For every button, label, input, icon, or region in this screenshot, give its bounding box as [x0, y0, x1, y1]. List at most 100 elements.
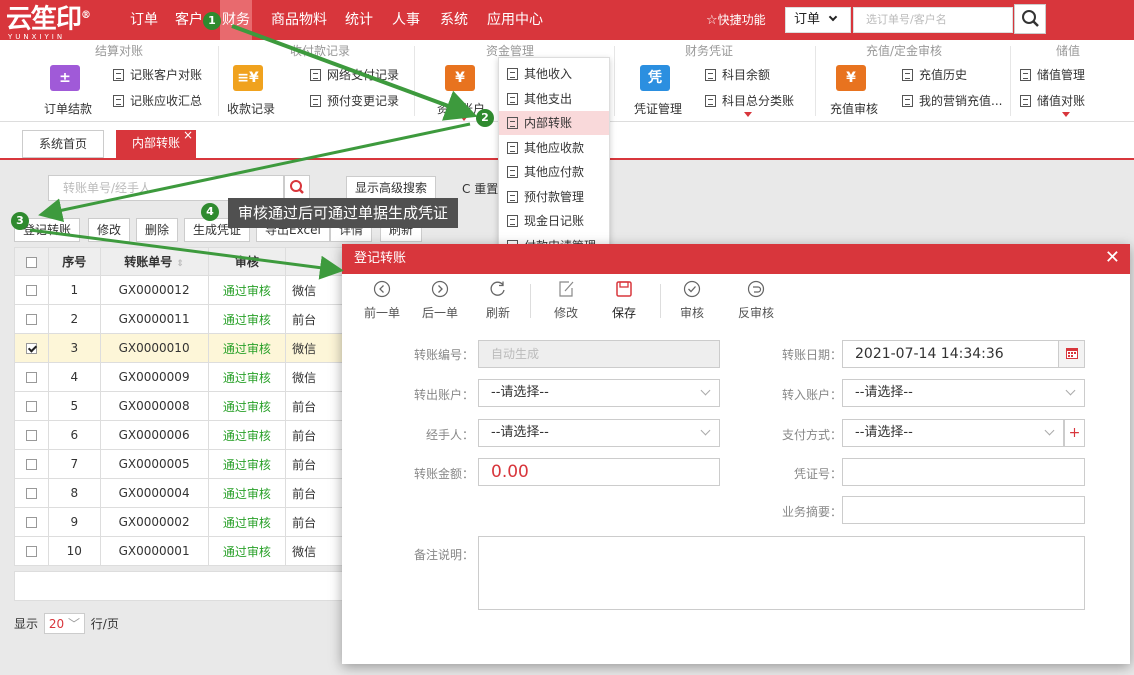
cell-transfer-no: GX0000012	[99, 275, 209, 305]
row-checkbox-cell[interactable]	[14, 391, 49, 421]
table-row[interactable]: 10 GX0000001 通过审核 微信	[14, 536, 344, 566]
transfer-date-field[interactable]: 2021-07-14 14:34:36	[842, 340, 1085, 368]
refresh-button[interactable]: 刷新	[474, 280, 522, 321]
summary-field[interactable]	[842, 496, 1085, 524]
nav-stats[interactable]: 统计	[345, 0, 373, 40]
dropdown-item[interactable]: 预付款管理	[499, 185, 609, 209]
amount-field[interactable]: 0.00	[478, 458, 720, 486]
row-checkbox-cell[interactable]	[14, 507, 49, 537]
advanced-search-button[interactable]: 显示高级搜索	[346, 176, 437, 200]
logo[interactable]: 云笙印® YUNXIYIN	[6, 3, 91, 41]
delete-button[interactable]: 删除	[136, 218, 179, 242]
in-account-select[interactable]: --请选择--	[842, 379, 1085, 407]
general-ledger[interactable]: 科目总分类账	[705, 92, 794, 110]
header-review[interactable]: 审核	[207, 247, 287, 276]
header-transfer-no[interactable]: 转账单号 ⇕	[99, 247, 209, 276]
table-row[interactable]: 8 GX0000004 通过审核 前台	[14, 478, 344, 508]
account-customer-reconcile[interactable]: 记账客户对账	[113, 66, 202, 84]
table-row[interactable]: 5 GX0000008 通过审核 前台	[14, 391, 344, 421]
nav-system[interactable]: 系统	[440, 0, 468, 40]
recharge-review-button[interactable]: 充值审核	[830, 100, 878, 117]
calendar-button[interactable]	[1058, 341, 1084, 367]
table-row[interactable]: 1 GX0000012 通过审核 微信	[14, 275, 344, 305]
checkbox[interactable]	[25, 401, 37, 412]
select-all-checkbox[interactable]	[14, 247, 49, 276]
nav-customers[interactable]: 客户	[175, 0, 203, 40]
receipt-records-button[interactable]: 收款记录	[227, 100, 275, 117]
table-row[interactable]: 9 GX0000002 通过审核 前台	[14, 507, 344, 537]
page-size-select[interactable]: 20 ﹀	[43, 613, 85, 634]
search-icon	[290, 180, 304, 194]
nav-orders[interactable]: 订单	[130, 0, 158, 40]
dropdown-item[interactable]: 其他收入	[499, 62, 609, 86]
nav-finance[interactable]: 财务	[220, 0, 252, 40]
checkbox[interactable]	[25, 256, 37, 268]
unreview-button[interactable]: 反审核	[732, 280, 780, 321]
account-receivable-summary[interactable]: 记账应收汇总	[113, 92, 202, 110]
row-checkbox-cell[interactable]	[14, 275, 49, 305]
save-button[interactable]: 保存	[600, 280, 648, 321]
header-channel[interactable]	[285, 247, 344, 276]
handler-select[interactable]: --请选择--	[478, 419, 720, 447]
row-checkbox-cell[interactable]	[14, 333, 49, 363]
order-type-select[interactable]: 订单	[785, 7, 851, 33]
prev-button[interactable]: 前一单	[358, 280, 406, 321]
account-balance[interactable]: 科目余额	[705, 66, 770, 84]
dropdown-item[interactable]: 内部转账	[499, 111, 609, 135]
review-button[interactable]: 审核	[668, 280, 716, 321]
table-row[interactable]: 7 GX0000005 通过审核 前台	[14, 449, 344, 479]
quick-functions[interactable]: ☆快捷功能	[706, 0, 766, 40]
dropdown-item[interactable]: 其他应收款	[499, 136, 609, 160]
dropdown-item[interactable]: 其他支出	[499, 87, 609, 111]
remark-textarea[interactable]	[478, 536, 1085, 610]
checkbox[interactable]	[25, 430, 37, 441]
prepay-change-records[interactable]: 预付变更记录	[310, 92, 399, 110]
reset-button[interactable]: C 重置	[462, 180, 498, 197]
recharge-history[interactable]: 充值历史	[902, 66, 967, 84]
checkbox[interactable]	[25, 459, 37, 470]
checkbox[interactable]	[25, 546, 37, 557]
row-checkbox-cell[interactable]	[14, 449, 49, 479]
voucher-manage-button[interactable]: 凭证管理	[634, 100, 682, 117]
checkbox[interactable]	[25, 314, 37, 325]
stored-value-manage[interactable]: 储值管理	[1020, 66, 1085, 84]
table-row[interactable]: 2 GX0000011 通过审核 前台	[14, 304, 344, 334]
out-account-select[interactable]: --请选择--	[478, 379, 720, 407]
voucher-no-field[interactable]	[842, 458, 1085, 486]
tab-home[interactable]: 系统首页	[22, 130, 105, 158]
cell-seq: 5	[47, 391, 101, 421]
tab-internal-transfer[interactable]: 内部转账 ×	[116, 128, 197, 158]
my-marketing-recharge[interactable]: 我的营销充值...	[902, 92, 1002, 110]
add-pay-method-button[interactable]: +	[1064, 419, 1085, 447]
order-search-input[interactable]: 选订单号/客户名	[853, 7, 1013, 33]
close-icon[interactable]: ×	[183, 122, 193, 148]
checkbox[interactable]	[25, 517, 37, 528]
nav-hr[interactable]: 人事	[392, 0, 420, 40]
checkbox[interactable]	[25, 343, 37, 354]
dropdown-item[interactable]: 现金日记账	[499, 209, 609, 233]
stored-value-reconcile[interactable]: 储值对账	[1020, 92, 1085, 110]
dropdown-item[interactable]: 其他应付款	[499, 160, 609, 184]
table-row[interactable]: 3 GX0000010 通过审核 微信	[14, 333, 344, 363]
row-checkbox-cell[interactable]	[14, 420, 49, 450]
row-checkbox-cell[interactable]	[14, 478, 49, 508]
header-seq[interactable]: 序号	[47, 247, 101, 276]
nav-products[interactable]: 商品物料	[271, 0, 327, 40]
table-row[interactable]: 4 GX0000009 通过审核 微信	[14, 362, 344, 392]
nav-app-center[interactable]: 应用中心	[487, 0, 543, 40]
row-checkbox-cell[interactable]	[14, 304, 49, 334]
checkbox[interactable]	[25, 285, 37, 296]
pay-method-select[interactable]: --请选择--	[842, 419, 1064, 447]
edit-button[interactable]: 修改	[542, 280, 590, 321]
online-pay-records[interactable]: 网络支付记录	[310, 66, 399, 84]
edit-button[interactable]: 修改	[88, 218, 131, 242]
close-icon[interactable]: ✕	[1105, 246, 1120, 270]
next-button[interactable]: 后一单	[416, 280, 464, 321]
checkbox[interactable]	[25, 372, 37, 383]
table-row[interactable]: 6 GX0000006 通过审核 前台	[14, 420, 344, 450]
row-checkbox-cell[interactable]	[14, 362, 49, 392]
search-button[interactable]	[1014, 4, 1046, 34]
order-settle-button[interactable]: 订单结款	[44, 100, 92, 117]
row-checkbox-cell[interactable]	[14, 536, 49, 566]
checkbox[interactable]	[25, 488, 37, 499]
